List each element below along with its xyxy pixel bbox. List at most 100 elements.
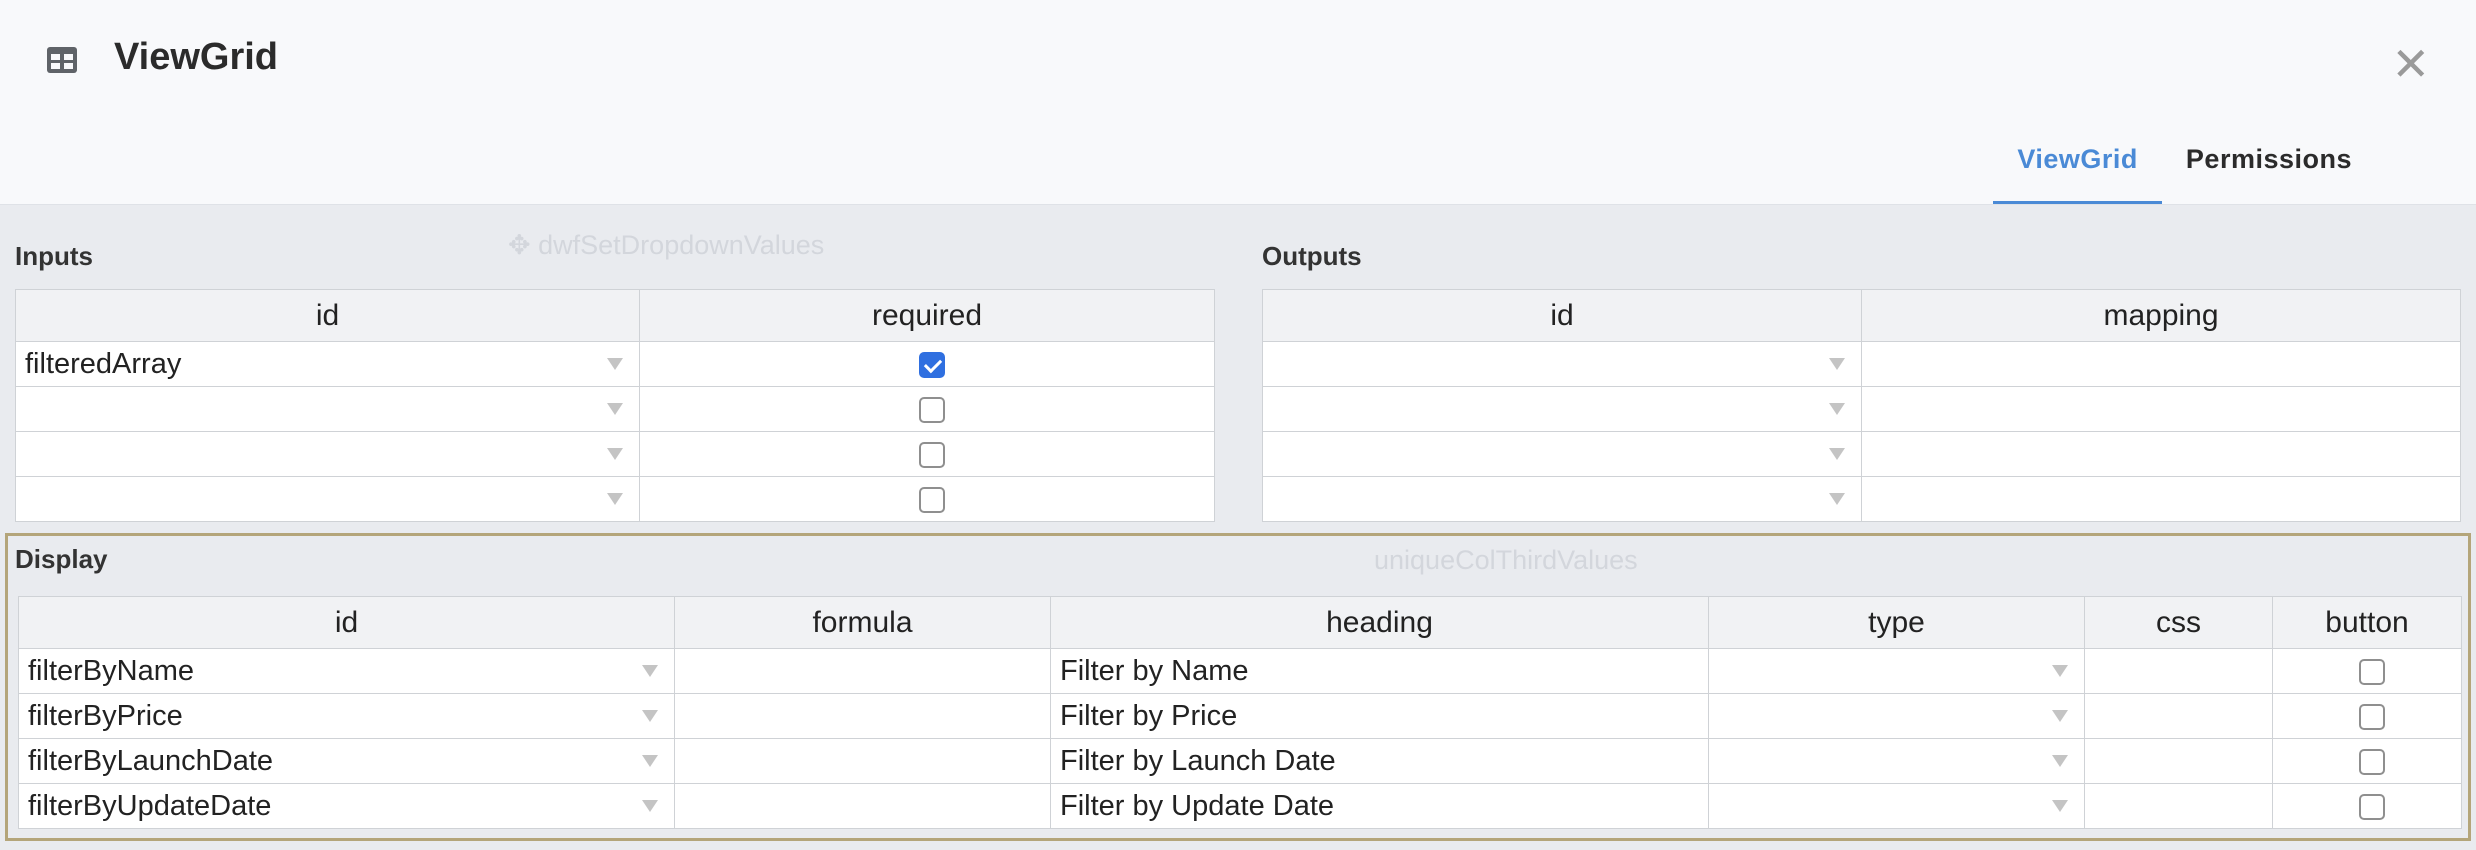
display-id-dropdown[interactable]: filterByUpdateDate [18, 783, 675, 829]
display-label: Display [15, 544, 108, 574]
column-header-heading: heading [1050, 596, 1709, 649]
inputs-table: id required filteredArray [15, 289, 1215, 522]
display-id-dropdown[interactable]: filterByName [18, 648, 675, 694]
required-checkbox[interactable] [918, 396, 945, 423]
css-field[interactable] [2084, 738, 2273, 784]
mapping-field[interactable] [1861, 431, 2461, 477]
chevron-down-icon [2052, 755, 2068, 767]
table-row [1262, 341, 2461, 387]
formula-field[interactable] [674, 783, 1051, 829]
type-dropdown[interactable] [1708, 783, 2085, 829]
input-id-dropdown[interactable] [15, 476, 640, 522]
output-id-dropdown[interactable] [1262, 431, 1862, 477]
column-header-id: id [1262, 289, 1862, 342]
type-dropdown[interactable] [1708, 738, 2085, 784]
output-id-dropdown[interactable] [1262, 386, 1862, 432]
chevron-down-icon [607, 493, 623, 505]
input-id-dropdown[interactable] [15, 386, 640, 432]
type-dropdown[interactable] [1708, 693, 2085, 739]
table-row: filterByLaunchDate Filter by Launch Date [18, 738, 2462, 784]
required-cell [639, 386, 1215, 432]
display-id-value: filterByLaunchDate [28, 744, 274, 777]
output-id-dropdown[interactable] [1262, 476, 1862, 522]
column-header-mapping: mapping [1861, 289, 2461, 342]
table-row [1262, 476, 2461, 522]
display-id-value: filterByUpdateDate [28, 789, 272, 822]
chevron-down-icon [2052, 800, 2068, 812]
mapping-field[interactable] [1861, 341, 2461, 387]
table-header-row: id required [15, 289, 1215, 342]
css-field[interactable] [2084, 783, 2273, 829]
button-cell [2272, 738, 2462, 784]
table-icon [47, 47, 77, 73]
input-id-value: filteredArray [25, 347, 182, 380]
table-header-row: id mapping [1262, 289, 2461, 342]
required-cell [639, 431, 1215, 477]
column-header-button: button [2272, 596, 2462, 649]
chevron-down-icon [607, 403, 623, 415]
formula-field[interactable] [674, 648, 1051, 694]
display-table: id formula heading type css button filte… [18, 596, 2462, 829]
output-id-dropdown[interactable] [1262, 341, 1862, 387]
button-checkbox[interactable] [2358, 793, 2385, 820]
button-checkbox[interactable] [2358, 658, 2385, 685]
heading-field[interactable]: Filter by Name [1050, 648, 1709, 694]
type-dropdown[interactable] [1708, 648, 2085, 694]
formula-field[interactable] [674, 693, 1051, 739]
outputs-label: Outputs [1262, 241, 1362, 271]
formula-field[interactable] [674, 738, 1051, 784]
table-row [1262, 386, 2461, 432]
required-checkbox[interactable] [918, 486, 945, 513]
display-id-value: filterByPrice [28, 699, 183, 732]
close-icon[interactable]: ✕ [2391, 41, 2430, 87]
input-id-dropdown[interactable] [15, 431, 640, 477]
tab-bar: ViewGrid Permissions [1993, 128, 2376, 204]
column-header-id: id [15, 289, 640, 342]
table-header-row: id formula heading type css button [18, 596, 2462, 649]
input-id-dropdown[interactable]: filteredArray [15, 341, 640, 387]
button-checkbox[interactable] [2358, 703, 2385, 730]
display-section: Display id formula heading type css butt… [5, 533, 2471, 841]
required-cell [639, 341, 1215, 387]
heading-field[interactable]: Filter by Launch Date [1050, 738, 1709, 784]
button-cell [2272, 693, 2462, 739]
heading-field[interactable]: Filter by Update Date [1050, 783, 1709, 829]
display-id-value: filterByName [28, 654, 194, 687]
table-row: filterByName Filter by Name [18, 648, 2462, 694]
chevron-down-icon [642, 710, 658, 722]
required-checkbox[interactable] [918, 441, 945, 468]
chevron-down-icon [1829, 403, 1845, 415]
table-row: filterByPrice Filter by Price [18, 693, 2462, 739]
display-id-dropdown[interactable]: filterByLaunchDate [18, 738, 675, 784]
tab-viewgrid[interactable]: ViewGrid [1993, 128, 2162, 204]
required-cell [639, 476, 1215, 522]
column-header-id: id [18, 596, 675, 649]
required-checkbox[interactable] [918, 351, 945, 378]
display-id-dropdown[interactable]: filterByPrice [18, 693, 675, 739]
column-header-required: required [639, 289, 1215, 342]
mapping-field[interactable] [1861, 386, 2461, 432]
chevron-down-icon [1829, 493, 1845, 505]
inputs-label: Inputs [15, 241, 93, 271]
css-field[interactable] [2084, 693, 2273, 739]
table-row [15, 431, 1215, 477]
chevron-down-icon [642, 800, 658, 812]
canvas-node-label: ✥ dwfSetDropdownValues [508, 230, 825, 260]
css-field[interactable] [2084, 648, 2273, 694]
chevron-down-icon [2052, 665, 2068, 677]
mapping-field[interactable] [1861, 476, 2461, 522]
button-cell [2272, 648, 2462, 694]
column-header-css: css [2084, 596, 2273, 649]
button-cell [2272, 783, 2462, 829]
table-row: filterByUpdateDate Filter by Update Date [18, 783, 2462, 829]
chevron-down-icon [607, 358, 623, 370]
canvas-node-label: uniqueColThirdValues [1374, 545, 1638, 575]
outputs-table: id mapping [1262, 289, 2461, 522]
heading-field[interactable]: Filter by Price [1050, 693, 1709, 739]
table-row: filteredArray [15, 341, 1215, 387]
button-checkbox[interactable] [2358, 748, 2385, 775]
tab-permissions[interactable]: Permissions [2162, 128, 2376, 204]
chevron-down-icon [2052, 710, 2068, 722]
dialog-header: ViewGrid ✕ ViewGrid Permissions [0, 0, 2476, 205]
table-row [1262, 431, 2461, 477]
